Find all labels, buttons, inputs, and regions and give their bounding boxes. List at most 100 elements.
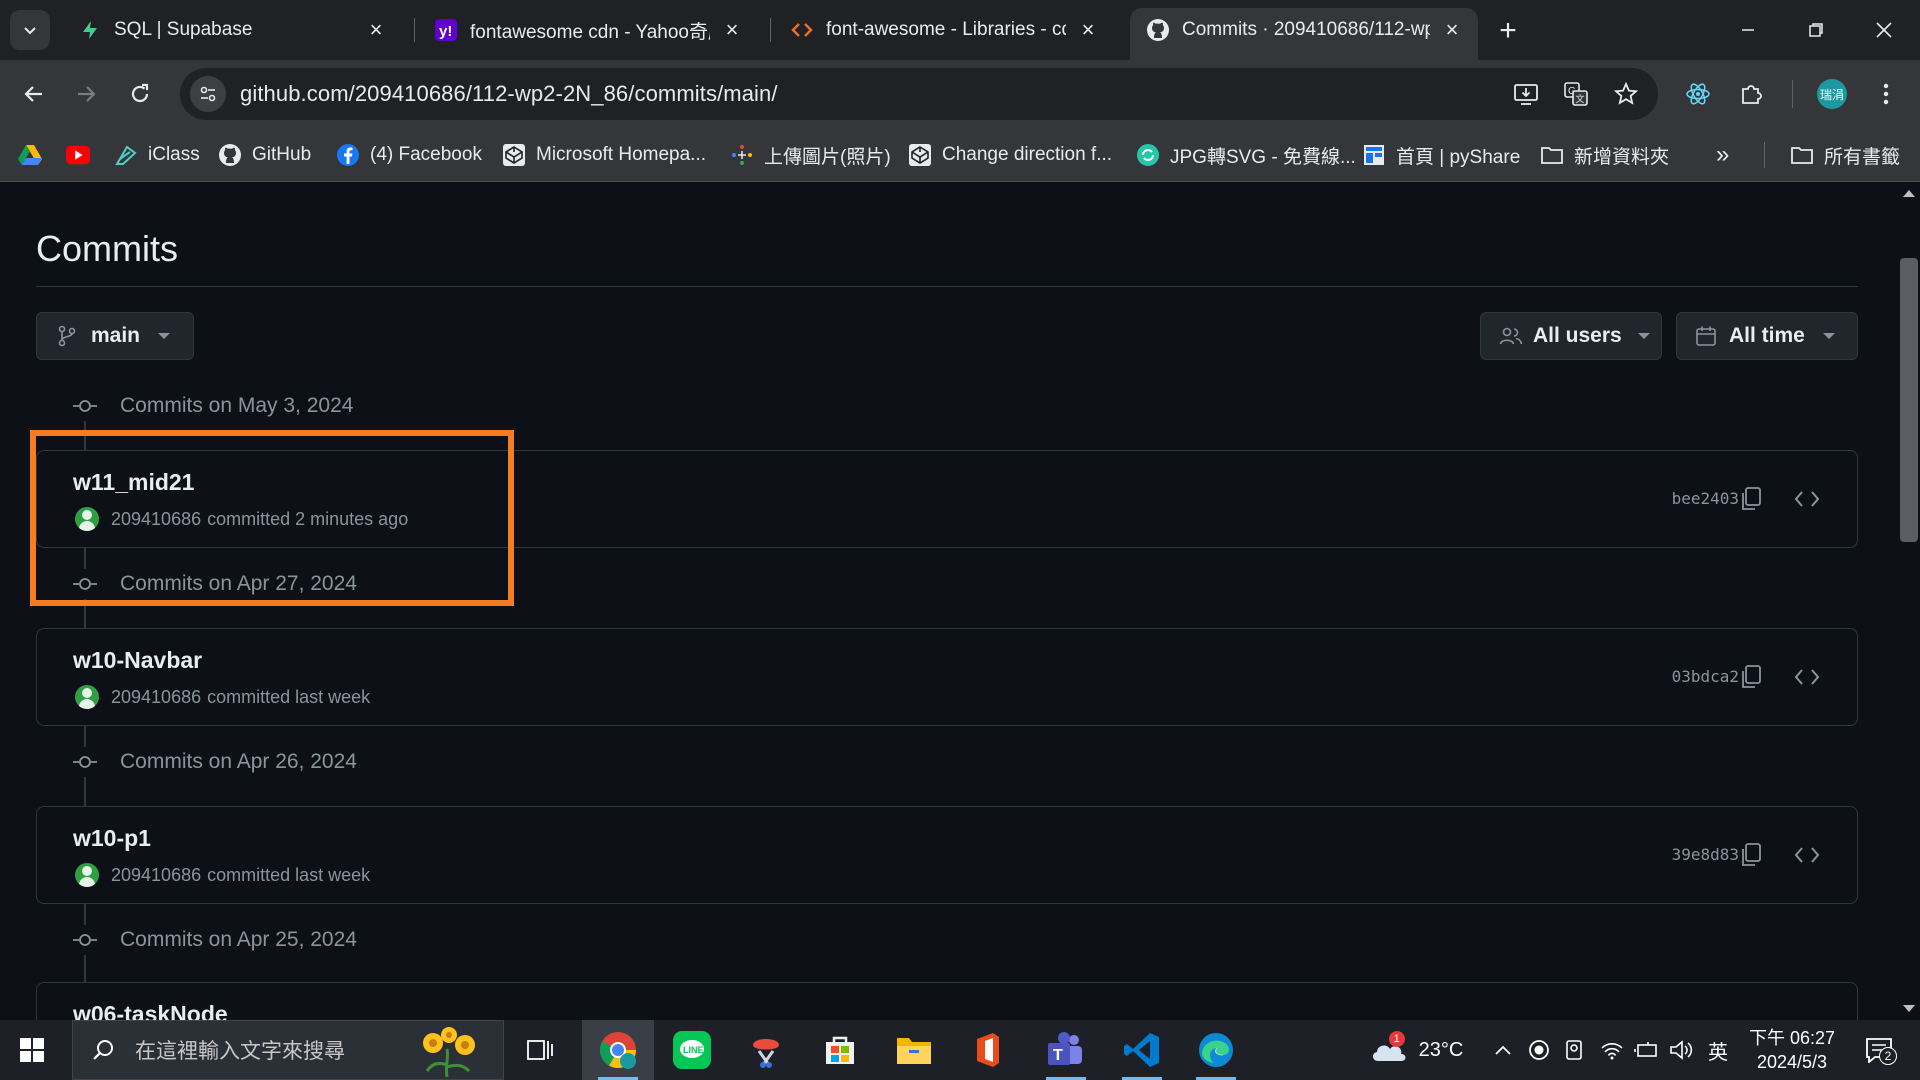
copy-sha-button[interactable]: [1737, 841, 1765, 869]
tray-volume[interactable]: [1666, 1020, 1696, 1080]
bookmark-google-drive[interactable]: [18, 138, 52, 172]
taskbar-edge[interactable]: [1180, 1020, 1252, 1080]
commit-date-group: Commits on Apr 25, 2024: [70, 925, 357, 955]
codepen-icon: [502, 143, 526, 167]
bookmark-jpg-to-svg[interactable]: JPG轉SVG - 免費線...: [1136, 138, 1356, 172]
commit-sha[interactable]: 03bdca2: [1672, 667, 1739, 686]
bookmark-upload-image[interactable]: 上傳圖片(照片): [730, 138, 891, 172]
copy-sha-button[interactable]: [1737, 485, 1765, 513]
start-button[interactable]: [14, 1032, 50, 1068]
commit-message[interactable]: w10-Navbar: [73, 647, 202, 674]
tray-battery[interactable]: [1632, 1020, 1662, 1080]
commit-author[interactable]: 209410686: [111, 687, 201, 708]
weather-widget[interactable]: 1 23°C: [1356, 1020, 1476, 1080]
bookmark-label: 上傳圖片(照片): [764, 146, 891, 168]
tray-input-method[interactable]: 英: [1702, 1020, 1734, 1080]
address-bar[interactable]: github.com/209410686/112-wp2-2N_86/commi…: [180, 68, 1658, 120]
tab-cdnjs[interactable]: font-awesome - Libraries - cdnjs ×: [774, 8, 1114, 52]
bookmark-pyshare[interactable]: 首頁 | pyShare: [1362, 138, 1520, 172]
commit-author[interactable]: 209410686: [111, 865, 201, 886]
taskbar-chrome[interactable]: [582, 1020, 654, 1080]
bookmark-new-folder[interactable]: 新增資料夾: [1540, 138, 1669, 172]
close-icon[interactable]: ×: [364, 18, 388, 42]
tray-record-indicator[interactable]: [1524, 1020, 1554, 1080]
time-filter-label: All time: [1729, 324, 1805, 347]
react-devtools-extension[interactable]: [1678, 74, 1718, 114]
taskbar-file-explorer[interactable]: [878, 1020, 950, 1080]
users-filter-button[interactable]: All users: [1480, 312, 1662, 360]
new-tab-button[interactable]: +: [1490, 14, 1526, 50]
taskbar-clock[interactable]: 下午 06:27 2024/5/3: [1742, 1026, 1842, 1074]
bookmark-microsoft-homepage[interactable]: Microsoft Homepa...: [502, 138, 706, 172]
svg-text:y!: y!: [439, 23, 452, 40]
reload-button[interactable]: [120, 74, 160, 114]
bookmark-github[interactable]: GitHub: [218, 138, 311, 172]
close-icon[interactable]: ×: [1440, 18, 1464, 42]
browse-repo-button[interactable]: [1793, 485, 1821, 513]
extensions-button[interactable]: [1732, 74, 1772, 114]
taskbar-search-box[interactable]: 在這裡輸入文字來搜尋: [72, 1020, 504, 1080]
commit-sha[interactable]: 39e8d83: [1672, 845, 1739, 864]
close-window-button[interactable]: [1850, 0, 1918, 60]
minimize-button[interactable]: [1714, 0, 1782, 60]
commit-message[interactable]: w06-taskNode: [73, 1001, 228, 1020]
site-info-icon[interactable]: [190, 76, 226, 112]
kebab-menu-icon: [1883, 83, 1889, 105]
tab-supabase[interactable]: SQL | Supabase ×: [62, 8, 402, 52]
more-bookmarks-button[interactable]: »: [1716, 138, 1729, 172]
taskbar-office[interactable]: [952, 1020, 1024, 1080]
bookmark-label: 所有書籤: [1824, 146, 1901, 168]
close-icon[interactable]: ×: [1076, 18, 1100, 42]
install-app-icon[interactable]: [1508, 76, 1544, 112]
scroll-up-arrow-icon[interactable]: [1903, 190, 1915, 197]
browser-menu-button[interactable]: [1866, 74, 1906, 114]
tab-yahoo[interactable]: y! fontawesome cdn - Yahoo奇摩 ×: [418, 8, 758, 52]
taskbar-microsoft-store[interactable]: [804, 1020, 876, 1080]
restore-button[interactable]: [1782, 0, 1850, 60]
avatar[interactable]: [75, 685, 99, 709]
commit-message[interactable]: w10-p1: [73, 825, 151, 852]
bookmark-facebook[interactable]: (4) Facebook: [336, 138, 482, 172]
tray-meet-now[interactable]: [1560, 1020, 1590, 1080]
bookmark-change-direction[interactable]: Change direction f...: [908, 138, 1112, 172]
show-hidden-icons-button[interactable]: [1488, 1020, 1518, 1080]
translate-icon[interactable]: G文: [1558, 76, 1594, 112]
time-filter-button[interactable]: All time: [1676, 312, 1858, 360]
scrollbar-thumb[interactable]: [1900, 258, 1918, 542]
commit-sha[interactable]: bee2403: [1672, 489, 1739, 508]
url-text[interactable]: github.com/209410686/112-wp2-2N_86/commi…: [240, 81, 778, 107]
tab-github-commits[interactable]: Commits · 209410686/112-wp2-2N_86 ×: [1130, 8, 1478, 60]
taskbar-line[interactable]: LINE: [656, 1020, 728, 1080]
all-bookmarks-button[interactable]: 所有書籤: [1790, 138, 1900, 172]
bookmark-youtube[interactable]: [66, 138, 100, 172]
tab-search-button[interactable]: [10, 10, 50, 50]
commit-row[interactable]: w10-Navbar 209410686 committed last week…: [36, 628, 1858, 726]
folder-icon: [1540, 143, 1564, 167]
scroll-down-arrow-icon[interactable]: [1903, 1005, 1915, 1012]
people-icon: [1499, 326, 1523, 346]
caret-down-icon: [1822, 333, 1835, 339]
commit-row[interactable]: w06-taskNode: [36, 982, 1858, 1020]
star-icon[interactable]: [1608, 76, 1644, 112]
back-button[interactable]: [14, 74, 54, 114]
branch-selector[interactable]: main: [36, 312, 194, 360]
taskbar-snipping-tool[interactable]: [730, 1020, 802, 1080]
commit-row[interactable]: w10-p1 209410686 committed last week 39e…: [36, 806, 1858, 904]
avatar[interactable]: [75, 863, 99, 887]
task-view-button[interactable]: [504, 1020, 576, 1080]
close-icon[interactable]: ×: [720, 18, 744, 42]
forward-button[interactable]: [66, 74, 106, 114]
browse-repo-button[interactable]: [1793, 663, 1821, 691]
chevron-down-icon: [24, 27, 36, 35]
taskbar-teams[interactable]: T: [1030, 1020, 1102, 1080]
tray-wifi[interactable]: [1596, 1020, 1628, 1080]
copy-sha-button[interactable]: [1737, 663, 1765, 691]
taskbar-vscode[interactable]: [1106, 1020, 1178, 1080]
chrome-icon: [599, 1032, 636, 1069]
speaker-icon: [1670, 1040, 1693, 1060]
bookmark-iclass[interactable]: iClass: [114, 138, 200, 172]
profile-button[interactable]: 瑞涓: [1812, 74, 1852, 114]
notification-center-button[interactable]: 2: [1856, 1020, 1902, 1080]
bookmark-label: Microsoft Homepa...: [536, 144, 706, 165]
browse-repo-button[interactable]: [1793, 841, 1821, 869]
